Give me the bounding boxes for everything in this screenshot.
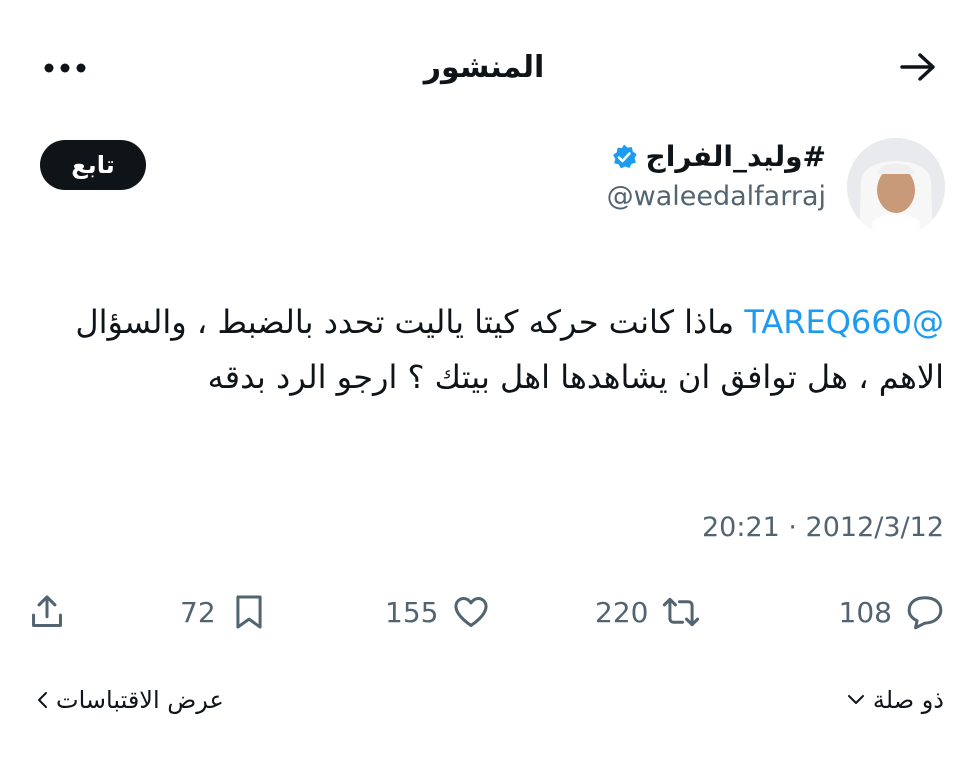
bookmark-icon — [236, 595, 262, 629]
author-name[interactable]: #وليد_الفراج — [607, 140, 826, 173]
reply-button[interactable]: 108 — [839, 585, 944, 639]
like-button[interactable]: 155 — [385, 585, 490, 639]
more-horizontal-icon — [44, 63, 86, 73]
view-quotes-label: عرض الاقتباسات — [56, 686, 224, 714]
bookmark-button[interactable]: 72 — [180, 585, 268, 639]
retweet-count: 220 — [595, 595, 649, 629]
mention-link[interactable]: @TAREQ660 — [744, 303, 944, 341]
avatar-image — [847, 138, 945, 236]
timestamp[interactable]: 20:21 · 2012/3/12 — [702, 512, 944, 543]
share-button[interactable] — [20, 585, 74, 639]
author-handle[interactable]: @waleedalfarraj — [607, 181, 826, 212]
retweet-button[interactable]: 220 — [595, 585, 700, 639]
share-icon — [32, 595, 62, 627]
page-title: المنشور — [423, 50, 545, 85]
view-quotes-link[interactable]: عرض الاقتباسات — [36, 686, 224, 714]
follow-button[interactable]: تابع — [40, 140, 146, 190]
avatar[interactable] — [847, 138, 945, 236]
author-block: #وليد_الفراج @waleedalfarraj — [607, 140, 826, 212]
heart-icon — [454, 597, 488, 627]
verified-badge-icon — [612, 144, 637, 168]
tweet-text: @TAREQ660 ماذا كانت حركه كيتا ياليت تحدد… — [60, 295, 944, 405]
retweet-icon — [663, 597, 700, 627]
more-options-button[interactable] — [40, 48, 90, 88]
like-count: 155 — [385, 595, 439, 629]
reply-icon — [907, 596, 943, 630]
relevance-label: ذو صلة — [872, 686, 944, 714]
chevron-left-icon — [38, 692, 47, 708]
relevance-dropdown[interactable]: ذو صلة — [847, 686, 944, 714]
chevron-down-icon — [847, 695, 864, 704]
author-name-text: #وليد_الفراج — [645, 140, 826, 173]
bookmark-count: 72 — [180, 595, 216, 629]
reply-count: 108 — [838, 595, 892, 629]
